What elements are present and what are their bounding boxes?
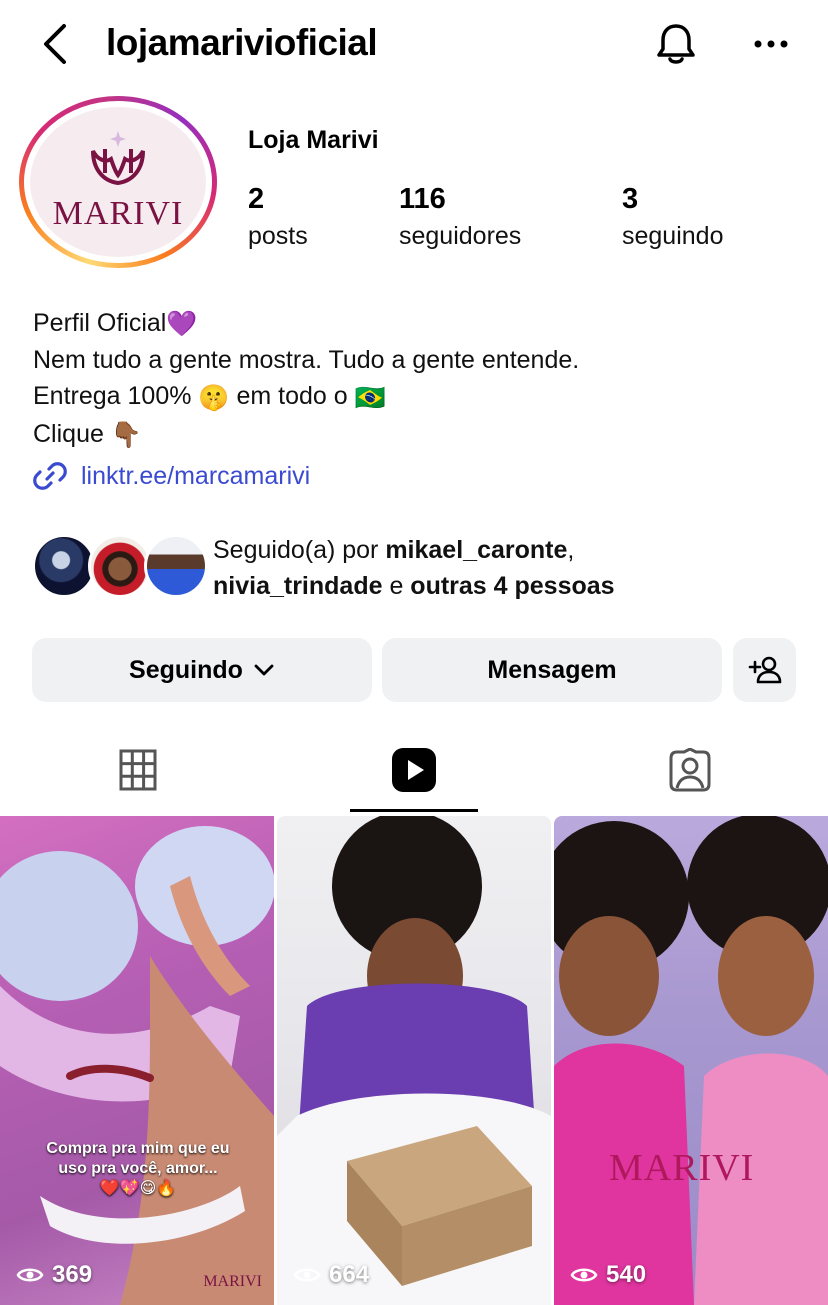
- eye-icon: [293, 1268, 321, 1282]
- reels-play-icon: [392, 748, 436, 792]
- avatar: [32, 534, 96, 598]
- following-value: 3: [622, 183, 639, 215]
- brazil-flag-emoji: 🇧🇷: [354, 383, 386, 412]
- bio-line-4: Clique 👇🏾: [33, 416, 579, 453]
- view-count: 664: [293, 1261, 369, 1289]
- posts-label: posts: [248, 222, 308, 250]
- profile-username: lojamarivioficial: [106, 22, 378, 63]
- marivi-monogram-icon: [91, 131, 145, 186]
- reel-photo-lingerie: [0, 826, 274, 1305]
- following-button-label: Seguindo: [129, 655, 243, 684]
- grid-icon: [119, 749, 157, 791]
- mutual-user-2[interactable]: nivia_trindade: [213, 572, 383, 600]
- brand-logo: MARIVI: [30, 107, 206, 257]
- eye-icon: [16, 1268, 44, 1282]
- bell-icon: [657, 24, 695, 64]
- profile-bio: Perfil Oficial💜 Nem tudo a gente mostra.…: [33, 305, 579, 453]
- reel-thumbnail[interactable]: Compra pra mim que eu uso pra você, amor…: [0, 816, 274, 1305]
- followers-count[interactable]: 116 seguidores: [399, 183, 521, 251]
- pointing-down-emoji: 👇🏾: [110, 421, 142, 450]
- add-user-icon: [748, 656, 781, 684]
- mutual-others[interactable]: outras 4 pessoas: [410, 572, 614, 600]
- avatar: [88, 534, 152, 598]
- following-button[interactable]: Seguindo: [32, 638, 372, 702]
- reel-photo-unboxing: [277, 816, 551, 1305]
- avatar: [144, 534, 208, 598]
- purple-heart-emoji: 💜: [166, 310, 198, 339]
- chevron-left-icon: [44, 24, 66, 64]
- followers-label: seguidores: [399, 222, 522, 250]
- reel-thumbnail[interactable]: MARIVI 540: [554, 816, 828, 1305]
- posts-value: 2: [248, 183, 265, 215]
- bio-line-2: Nem tudo a gente mostra. Tudo a gente en…: [33, 346, 580, 375]
- more-options-button[interactable]: [748, 30, 794, 58]
- top-bar: lojamarivioficial: [0, 0, 828, 90]
- profile-avatar[interactable]: MARIVI: [19, 96, 217, 268]
- bio-link[interactable]: linktr.ee/marcamarivi: [33, 458, 310, 494]
- link-icon: [33, 462, 67, 490]
- display-name: Loja Marivi: [248, 126, 379, 154]
- tab-posts-grid[interactable]: [0, 725, 276, 815]
- tagged-person-icon: [669, 748, 711, 792]
- message-button-label: Mensagem: [487, 655, 617, 684]
- tab-reels[interactable]: [276, 725, 552, 815]
- following-label: seguindo: [622, 222, 724, 250]
- mutual-user-1[interactable]: mikael_caronte: [385, 536, 567, 564]
- eye-icon: [570, 1268, 598, 1282]
- reel-brand-logo: MARIVI: [609, 1147, 755, 1189]
- reel-caption: Compra pra mim que eu uso pra você, amor…: [46, 1140, 230, 1197]
- bio-line-1: Perfil Oficial💜: [33, 305, 579, 342]
- shushing-face-emoji: 🤫: [198, 383, 230, 412]
- view-count: 369: [16, 1261, 92, 1289]
- back-button[interactable]: [36, 22, 76, 66]
- brand-logo-text: MARIVI: [52, 195, 184, 232]
- followers-value: 116: [399, 183, 446, 215]
- view-count: 540: [570, 1261, 646, 1289]
- more-horizontal-icon: [754, 40, 788, 48]
- reel-photo-two-women: [554, 816, 828, 1305]
- bio-link-text: linktr.ee/marcamarivi: [81, 461, 311, 490]
- message-button[interactable]: Mensagem: [382, 638, 722, 702]
- following-count[interactable]: 3 seguindo: [622, 183, 723, 251]
- followed-by-text[interactable]: Seguido(a) por mikael_caronte, nivia_tri…: [213, 532, 615, 604]
- chevron-down-icon: [254, 664, 274, 676]
- reel-brand-logo: MARIVI: [203, 1273, 262, 1290]
- notifications-button[interactable]: [652, 20, 700, 68]
- profile-tabs: [0, 725, 828, 815]
- tab-tagged[interactable]: [552, 725, 828, 815]
- bio-line-3: Entrega 100% 🤫 em todo o 🇧🇷: [33, 378, 579, 415]
- mutual-followers-avatars[interactable]: [32, 534, 208, 600]
- add-user-button[interactable]: [733, 638, 796, 702]
- reel-thumbnail[interactable]: 664: [277, 816, 551, 1305]
- posts-count[interactable]: 2 posts: [248, 183, 308, 251]
- active-tab-indicator: [350, 809, 478, 812]
